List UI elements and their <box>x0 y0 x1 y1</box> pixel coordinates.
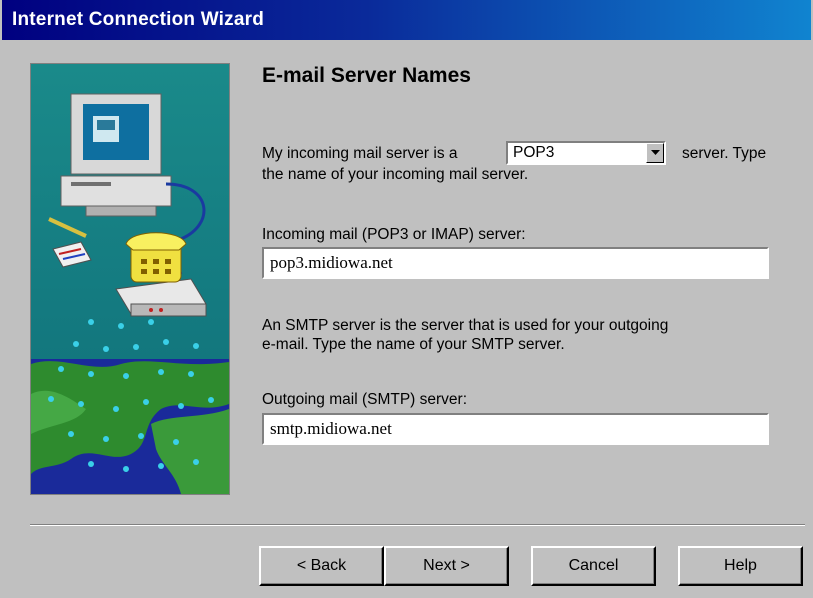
wizard-illustration <box>30 63 230 495</box>
button-separator <box>30 524 805 526</box>
title-bar[interactable]: Internet Connection Wizard <box>2 0 811 40</box>
window-title: Internet Connection Wizard <box>12 9 265 30</box>
help-button[interactable]: Help <box>678 546 803 586</box>
page-heading: E-mail Server Names <box>262 64 471 87</box>
computer-icon <box>60 93 172 217</box>
server-type-select[interactable]: POP3 <box>506 141 666 165</box>
back-button[interactable]: < Back <box>259 546 384 586</box>
smtp-description-line2: e-mail. Type the name of your SMTP serve… <box>262 336 565 353</box>
smtp-description-line1: An SMTP server is the server that is use… <box>262 317 669 334</box>
globe-icon <box>31 359 229 494</box>
cancel-button[interactable]: Cancel <box>531 546 656 586</box>
outgoing-server-label: Outgoing mail (SMTP) server: <box>262 391 467 408</box>
incoming-suffix-text: server. Type <box>682 145 767 162</box>
outgoing-server-field[interactable]: smtp.midiowa.net <box>262 413 769 445</box>
incoming-server-field[interactable]: pop3.midiowa.net <box>262 247 769 279</box>
wizard-window: Internet Connection Wizard E-mail Server… <box>0 0 813 598</box>
next-button[interactable]: Next > <box>384 546 509 586</box>
server-type-value: POP3 <box>513 144 555 161</box>
incoming-line2-text: the name of your incoming mail server. <box>262 166 529 183</box>
incoming-server-label: Incoming mail (POP3 or IMAP) server: <box>262 226 526 243</box>
incoming-prefix-text: My incoming mail server is a <box>262 145 458 162</box>
chevron-down-icon[interactable] <box>646 143 664 163</box>
